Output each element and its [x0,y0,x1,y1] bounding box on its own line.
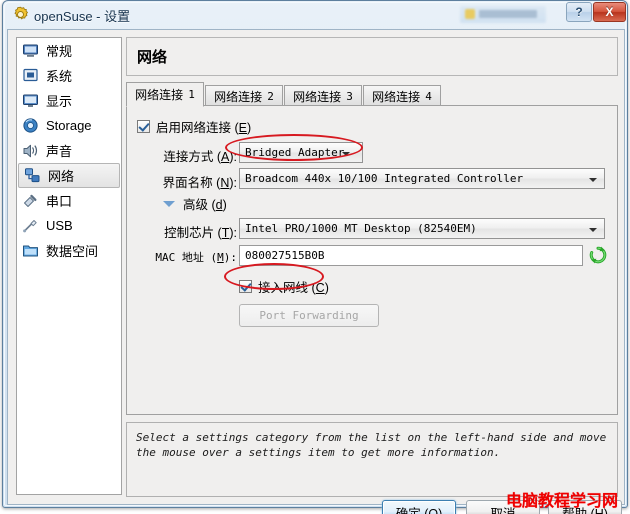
sidebar-item-label: 系统 [46,69,73,84]
monitor-icon [22,42,39,59]
help-info-box: Select a settings category from the list… [126,422,618,497]
app-window-screenshot: openSuse - 设置 ? X 常规 系统 显示 Storage 声音 网络… [0,0,630,514]
sidebar-item-label: 声音 [46,144,73,159]
port-forwarding-button[interactable]: Port Forwarding [239,304,379,327]
cable-connected-label: 接入网线 (C) [258,281,329,295]
cable-connected-row[interactable]: 接入网线 (C) [239,277,329,296]
help-text: Select a settings category from the list… [136,431,607,459]
sidebar-item-usb[interactable]: USB [17,213,121,238]
chevron-down-icon [342,152,350,156]
attached-to-label: 连接方式 (A): [163,150,237,164]
triangle-down-icon [163,200,175,207]
disk-icon [22,117,39,134]
ghost-chip-icon [465,9,475,19]
tab-number: 4 [425,89,432,103]
tab-adapter-1[interactable]: 网络连接 1 [126,82,204,107]
tab-number: 3 [346,89,353,103]
refresh-icon[interactable] [589,246,607,264]
tab-adapter-3[interactable]: 网络连接 3 [284,85,362,106]
page-title: 网络 [137,49,168,66]
speaker-icon [22,142,39,159]
tab-label: 网络连接 [293,89,342,104]
gear-icon [12,6,29,23]
ok-button[interactable]: 确定 (O) [382,500,456,514]
sidebar-item-label: 常规 [46,44,73,59]
adapter-type-combobox[interactable]: Intel PRO/1000 MT Desktop (82540EM) [239,218,605,239]
sidebar-item-serial-ports[interactable]: 串口 [17,188,121,213]
sidebar-item-label: USB [46,218,73,233]
settings-pane: 网络 网络连接 1 网络连接 2 网络连接 3 网络连接 4 启用网络连接 (E… [126,37,618,497]
sidebar-item-storage[interactable]: Storage [17,113,121,138]
tab-adapter-2[interactable]: 网络连接 2 [205,85,283,106]
interface-name-label: 界面名称 (N): [162,176,237,190]
window-title: openSuse - 设置 [34,9,131,24]
sidebar-item-label: 显示 [46,94,73,109]
sidebar-item-network[interactable]: 网络 [18,163,120,188]
enable-adapter-checkbox[interactable] [137,120,150,133]
mac-address-label: MAC 地址 (M): [155,251,237,264]
chevron-down-icon [589,228,597,232]
usb-icon [22,217,39,234]
advanced-disclosure[interactable]: 高级 (d) [163,194,227,213]
mac-address-field[interactable]: 080027515B0B [239,245,583,266]
serial-port-icon [22,192,39,209]
tab-label: 网络连接 [135,88,184,102]
interface-name-combobox[interactable]: Broadcom 440x 10/100 Integrated Controll… [239,168,605,189]
window-help-button[interactable]: ? [566,2,592,22]
settings-window: openSuse - 设置 ? X 常规 系统 显示 Storage 声音 网络… [2,0,628,514]
tab-number: 2 [267,89,274,103]
client-area: 常规 系统 显示 Storage 声音 网络 串口 USB 数据空间 网络 网络… [7,29,625,514]
adapter-type-value: Intel PRO/1000 MT Desktop (82540EM) [245,222,477,235]
watermark: 电脑教程学习网 [506,493,619,510]
settings-category-list[interactable]: 常规 系统 显示 Storage 声音 网络 串口 USB 数据空间 [16,37,122,495]
tab-label: 网络连接 [214,89,263,104]
sidebar-item-label: 串口 [46,194,73,209]
tab-adapter-4[interactable]: 网络连接 4 [363,85,441,106]
folder-icon [22,242,39,259]
sidebar-item-shared-folders[interactable]: 数据空间 [17,238,121,263]
tab-strip[interactable]: 网络连接 1 网络连接 2 网络连接 3 网络连接 4 [126,82,618,107]
attached-to-value: Bridged Adapter [245,146,345,159]
advanced-label: 高级 (d) [183,198,227,212]
adapter-1-panel: 启用网络连接 (E) 连接方式 (A): Bridged Adapter 界面名… [126,105,618,415]
mac-address-value: 080027515B0B [245,249,325,262]
sidebar-item-label: 网络 [48,169,75,184]
ghost-toolbar-chip [460,6,546,23]
adapter-type-label: 控制芯片 (T): [164,226,237,240]
cable-connected-checkbox[interactable] [239,280,252,293]
ok-button-label: 确定 (O) [395,507,443,514]
page-header: 网络 [126,37,618,76]
interface-name-value: Broadcom 440x 10/100 Integrated Controll… [245,172,524,185]
port-forwarding-label: Port Forwarding [259,309,359,322]
window-close-button[interactable]: X [593,2,626,22]
display-icon [22,92,39,109]
chevron-down-icon [589,178,597,182]
sidebar-item-label: 数据空间 [46,244,99,259]
sidebar-item-label: Storage [46,118,92,133]
sidebar-item-audio[interactable]: 声音 [17,138,121,163]
titlebar[interactable]: openSuse - 设置 ? X [3,1,627,29]
sidebar-item-general[interactable]: 常规 [17,38,121,63]
chip-icon [22,67,39,84]
attached-to-combobox[interactable]: Bridged Adapter [239,142,363,163]
tab-number: 1 [188,88,195,101]
ghost-chip-text [479,10,537,18]
enable-adapter-label: 启用网络连接 (E) [156,121,252,135]
tab-label: 网络连接 [372,89,421,104]
enable-adapter-row[interactable]: 启用网络连接 (E) [137,117,251,136]
network-icon [24,167,41,184]
sidebar-item-system[interactable]: 系统 [17,63,121,88]
sidebar-item-display[interactable]: 显示 [17,88,121,113]
